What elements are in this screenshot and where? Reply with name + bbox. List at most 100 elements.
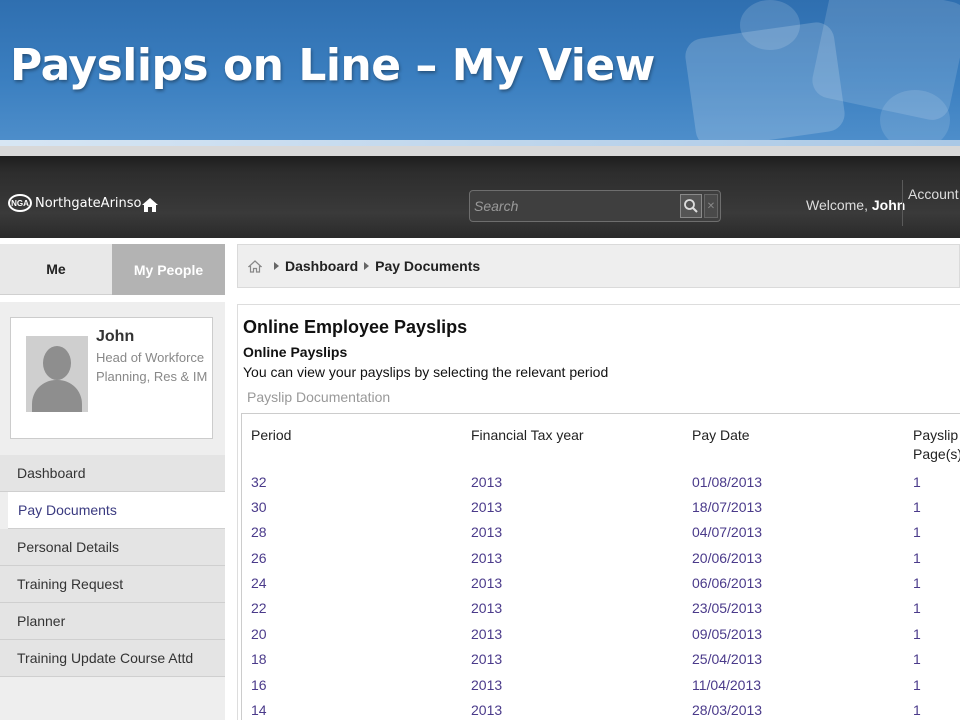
cell-date[interactable]: 18/07/2013 [692, 499, 762, 515]
cell-year[interactable]: 2013 [471, 677, 502, 693]
table-row[interactable]: 22 2013 23/05/2013 1 [242, 598, 960, 623]
column-header-period: Period [251, 427, 292, 443]
table-row[interactable]: 18 2013 25/04/2013 1 [242, 649, 960, 674]
cell-year[interactable]: 2013 [471, 474, 502, 490]
column-header-pages: Payslip Page(s) [913, 427, 960, 462]
profile-role: Head of Workforce Planning, Res & IM [96, 350, 208, 384]
table-row[interactable]: 26 2013 20/06/2013 1 [242, 548, 960, 573]
slide-banner: Payslips on Line – My View [0, 0, 960, 146]
sidebar-item-planner[interactable]: Planner [0, 603, 225, 640]
cell-pages[interactable]: 1 [913, 575, 921, 591]
profile-card: John Head of Workforce Planning, Res & I… [10, 317, 213, 439]
puzzle-piece-decoration [740, 0, 800, 50]
section-description: You can view your payslips by selecting … [243, 364, 609, 380]
cell-date[interactable]: 20/06/2013 [692, 550, 762, 566]
cell-year[interactable]: 2013 [471, 651, 502, 667]
breadcrumb: Dashboard Pay Documents [237, 244, 960, 288]
chevron-right-icon [364, 262, 370, 270]
chevron-right-icon [274, 262, 279, 270]
cell-date[interactable]: 28/03/2013 [692, 702, 762, 718]
cell-date[interactable]: 23/05/2013 [692, 600, 762, 616]
cell-year[interactable]: 2013 [471, 524, 502, 540]
payslip-table: Period Financial Tax year Pay Date Paysl… [241, 413, 960, 720]
cell-date[interactable]: 11/04/2013 [692, 677, 761, 693]
person-silhouette-body [32, 380, 82, 412]
avatar [26, 336, 88, 412]
cell-period[interactable]: 26 [251, 550, 267, 566]
table-row[interactable]: 24 2013 06/06/2013 1 [242, 573, 960, 598]
cell-pages[interactable]: 1 [913, 524, 921, 540]
cell-period[interactable]: 14 [251, 702, 267, 718]
logo-text: NorthgateArinso [35, 195, 142, 211]
home-icon[interactable] [248, 259, 262, 273]
tab-me[interactable]: Me [0, 244, 112, 295]
magnifier-icon [684, 199, 698, 213]
cell-pages[interactable]: 1 [913, 550, 921, 566]
brand-logo[interactable]: NGA NorthgateArinso [8, 194, 142, 212]
cell-year[interactable]: 2013 [471, 550, 502, 566]
clear-search-button[interactable]: ✕ [704, 194, 718, 218]
cell-period[interactable]: 28 [251, 524, 267, 540]
cell-year[interactable]: 2013 [471, 600, 502, 616]
view-tabs: Me My People [0, 244, 225, 295]
table-row[interactable]: 14 2013 28/03/2013 1 [242, 700, 960, 720]
search-button[interactable] [680, 194, 702, 218]
cell-year[interactable]: 2013 [471, 702, 502, 718]
column-header-tax-year: Financial Tax year [471, 427, 584, 443]
page-title: Online Employee Payslips [243, 317, 468, 337]
table-row[interactable]: 20 2013 09/05/2013 1 [242, 624, 960, 649]
cell-period[interactable]: 16 [251, 677, 267, 693]
cell-period[interactable]: 30 [251, 499, 267, 515]
home-icon[interactable] [141, 197, 159, 213]
cell-pages[interactable]: 1 [913, 600, 921, 616]
divider [902, 180, 903, 226]
cell-pages[interactable]: 1 [913, 499, 921, 515]
tab-my-people[interactable]: My People [112, 244, 225, 295]
cell-pages[interactable]: 1 [913, 677, 921, 693]
logo-badge: NGA [8, 194, 32, 212]
cell-pages[interactable]: 1 [913, 474, 921, 490]
cell-year[interactable]: 2013 [471, 626, 502, 642]
sidebar-item-training-update[interactable]: Training Update Course Attd [0, 640, 225, 677]
breadcrumb-dashboard[interactable]: Dashboard [285, 258, 358, 274]
account-menu[interactable]: Account [908, 186, 959, 202]
profile-name: John [96, 328, 135, 345]
cell-period[interactable]: 20 [251, 626, 267, 642]
cell-year[interactable]: 2013 [471, 575, 502, 591]
welcome-user: John [871, 197, 906, 213]
cell-period[interactable]: 32 [251, 474, 267, 490]
welcome-prefix: Welcome, [806, 197, 868, 213]
close-icon: ✕ [706, 200, 716, 212]
cell-date[interactable]: 06/06/2013 [692, 575, 762, 591]
app-header: NGA NorthgateArinso ✕ Welcome, John Acco… [0, 146, 960, 238]
cell-pages[interactable]: 1 [913, 702, 921, 718]
cell-date[interactable]: 01/08/2013 [692, 474, 762, 490]
welcome-message: Welcome, John [806, 197, 905, 213]
section-title: Online Payslips [243, 344, 348, 360]
cell-period[interactable]: 22 [251, 600, 267, 616]
table-row[interactable]: 30 2013 18/07/2013 1 [242, 497, 960, 522]
search-input[interactable] [474, 194, 674, 218]
sidebar-item-dashboard[interactable]: Dashboard [0, 455, 225, 492]
column-header-pay-date: Pay Date [692, 427, 750, 443]
cell-pages[interactable]: 1 [913, 651, 921, 667]
cell-date[interactable]: 25/04/2013 [692, 651, 762, 667]
table-row[interactable]: 28 2013 04/07/2013 1 [242, 522, 960, 547]
sidebar-nav: Dashboard Pay Documents Personal Details… [0, 455, 225, 677]
cell-period[interactable]: 18 [251, 651, 267, 667]
breadcrumb-current: Pay Documents [375, 258, 481, 274]
payslip-documentation-link[interactable]: Payslip Documentation [247, 389, 390, 405]
sidebar-item-training-request[interactable]: Training Request [0, 566, 225, 603]
puzzle-piece-decoration [880, 90, 950, 146]
table-row[interactable]: 16 2013 11/04/2013 1 [242, 675, 960, 700]
search-box: ✕ [469, 190, 721, 222]
cell-year[interactable]: 2013 [471, 499, 502, 515]
cell-date[interactable]: 04/07/2013 [692, 524, 762, 540]
cell-period[interactable]: 24 [251, 575, 267, 591]
cell-pages[interactable]: 1 [913, 626, 921, 642]
sidebar-item-personal-details[interactable]: Personal Details [0, 529, 225, 566]
table-row[interactable]: 32 2013 01/08/2013 1 [242, 472, 960, 497]
cell-date[interactable]: 09/05/2013 [692, 626, 762, 642]
slide-title: Payslips on Line – My View [10, 40, 655, 91]
sidebar-item-pay-documents[interactable]: Pay Documents [8, 492, 225, 529]
